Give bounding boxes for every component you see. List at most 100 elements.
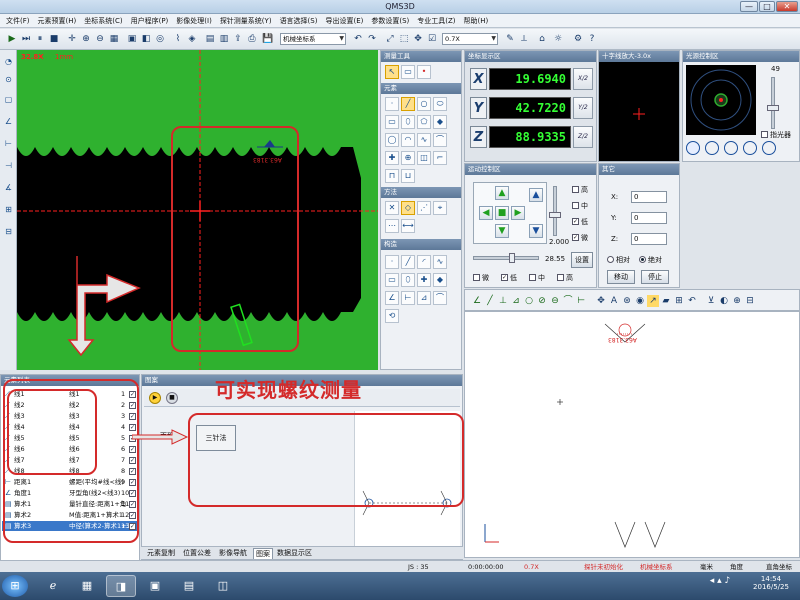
other-x-field[interactable]: 0 — [631, 191, 667, 203]
focus-icon[interactable]: ◎ — [154, 33, 166, 45]
scan-method-icon[interactable]: ⟷ — [401, 219, 415, 233]
menu-image-processing[interactable]: 影像处理(I) — [172, 16, 216, 26]
relative-radio[interactable] — [607, 256, 614, 263]
bottom-mid-checkbox[interactable] — [529, 274, 536, 281]
menu-export[interactable]: 导出设置(E) — [321, 16, 367, 26]
image-icon[interactable]: ▣ — [126, 33, 138, 45]
curve-tool-icon[interactable]: ∿ — [417, 133, 431, 147]
minimize-button[interactable]: — — [740, 1, 758, 12]
network-icon[interactable]: ▦ — [72, 575, 102, 597]
help-icon[interactable]: ? — [586, 33, 598, 45]
probe-icon[interactable]: ✎ — [504, 33, 516, 45]
table-icon[interactable]: ▥ — [218, 33, 230, 45]
g-color-icon[interactable]: ◉ — [634, 295, 646, 307]
g-dist-icon[interactable]: ⊢ — [575, 295, 587, 307]
jog-left-button[interactable]: ◀ — [479, 206, 493, 220]
g-view-icon[interactable]: ◐ — [718, 295, 730, 307]
zoom-out-icon[interactable]: ⊖ — [94, 33, 106, 45]
circle-tool-icon[interactable]: ○ — [417, 97, 431, 111]
tray-icons[interactable]: ◂ ▴ ♪ — [700, 576, 740, 596]
menu-parameters[interactable]: 参数设置(S) — [367, 16, 413, 26]
construct-rect-icon[interactable]: ▭ — [385, 273, 399, 287]
graphics-view[interactable]: A63.3183 — [464, 311, 800, 558]
zoom-in-icon[interactable]: ⊕ — [80, 33, 92, 45]
rectangle-tool-icon[interactable]: ▭ — [385, 115, 399, 129]
folder-icon[interactable]: ▤ — [174, 575, 204, 597]
jog-down-button[interactable]: ▼ — [495, 224, 509, 238]
tab-position-tolerance[interactable]: 位置公差 — [181, 548, 213, 558]
arc-tool-icon[interactable]: ◠ — [401, 133, 415, 147]
construct-line-icon[interactable]: ╱ — [401, 255, 415, 269]
distance-tool-icon[interactable]: ⊢ — [3, 138, 14, 149]
g-undo-icon[interactable]: ↶ — [686, 295, 698, 307]
ring-tool-icon[interactable]: ◯ — [385, 133, 399, 147]
speed-slider-track[interactable] — [553, 186, 557, 236]
other-z-field[interactable]: 0 — [631, 233, 667, 245]
menu-language[interactable]: 语言选择(S) — [276, 16, 322, 26]
light-slider-thumb[interactable] — [767, 105, 779, 111]
area-tool-icon[interactable]: ◫ — [417, 151, 431, 165]
construct-curve-icon[interactable]: ∿ — [433, 255, 447, 269]
crosshair-icon[interactable]: ✛ — [66, 33, 78, 45]
g-cross-icon[interactable]: ⊘ — [536, 295, 548, 307]
ring-segment-all-icon[interactable] — [686, 141, 700, 155]
g-pan-icon[interactable]: ✥ — [595, 295, 607, 307]
rect-select-icon[interactable]: ▭ — [401, 65, 415, 79]
ring-light-view[interactable] — [686, 65, 756, 135]
diamond-tool-icon[interactable]: ◆ — [433, 115, 447, 129]
cross-tool-icon[interactable]: ✚ — [385, 151, 399, 165]
bottom-micro-checkbox[interactable] — [473, 274, 480, 281]
spline-tool-icon[interactable]: ⌒ — [433, 133, 447, 147]
stop-icon[interactable]: ■ — [48, 33, 60, 45]
g-perp-icon[interactable]: ⊥ — [497, 295, 509, 307]
auto-method-icon[interactable]: ✕ — [385, 201, 399, 215]
move-button[interactable]: 移动 — [607, 270, 635, 284]
y-half-button[interactable]: Y/2 — [573, 97, 593, 119]
coordinate-system-select[interactable]: 机械坐标系 ▼ — [280, 33, 346, 45]
pause-icon[interactable]: ⏸ — [34, 33, 46, 45]
edge-tool-icon[interactable]: ⌐ — [433, 151, 447, 165]
play-icon[interactable]: ▶ — [6, 33, 18, 45]
g-circle-icon[interactable]: ○ — [523, 295, 535, 307]
g-annotate-icon[interactable]: ⊛ — [621, 295, 633, 307]
g-fit-icon[interactable]: ⊟ — [744, 295, 756, 307]
menu-probe-system[interactable]: 探针测量系统(Y) — [216, 16, 276, 26]
edge-icon[interactable]: ⌇ — [172, 33, 184, 45]
menu-user-program[interactable]: 用户程序(P) — [127, 16, 173, 26]
g-line-icon[interactable]: ∠ — [471, 295, 483, 307]
menu-coordinate-system[interactable]: 坐标系统(C) — [80, 16, 126, 26]
construct-slot-icon[interactable]: ⬯ — [401, 273, 415, 287]
tab-data-display[interactable]: 数据显示区 — [275, 548, 314, 558]
z-half-button[interactable]: Z/2 — [573, 126, 593, 148]
width-tool-icon[interactable]: ⊣ — [3, 160, 14, 171]
axis-y-label[interactable]: Y — [470, 97, 487, 119]
save-icon[interactable]: 💾 — [262, 33, 274, 45]
undo-icon[interactable]: ↶ — [352, 33, 364, 45]
zoom-fit-icon[interactable]: ⤢ — [384, 33, 396, 45]
matrix-tool-icon[interactable]: ⊞ — [3, 204, 14, 215]
stop-button[interactable]: 停止 — [641, 270, 669, 284]
g-text-icon[interactable]: A — [608, 295, 620, 307]
g-sym-icon[interactable]: ⊿ — [510, 295, 522, 307]
bottom-high-checkbox[interactable] — [557, 274, 564, 281]
ring-segment-off-icon[interactable] — [743, 141, 757, 155]
construct-sym-icon[interactable]: ⊿ — [417, 291, 431, 305]
probe-method-icon[interactable]: ⌖ — [433, 201, 447, 215]
jog-center-button[interactable]: ■ — [495, 206, 509, 220]
dot-icon[interactable]: · — [385, 97, 399, 111]
close-button[interactable]: ✕ — [776, 1, 798, 12]
jog-z-up-button[interactable]: ▲ — [529, 188, 543, 202]
home-icon[interactable]: ⌂ — [536, 33, 548, 45]
construct-point-icon[interactable]: · — [385, 255, 399, 269]
construct-dist-icon[interactable]: ⊢ — [401, 291, 415, 305]
construct-rotate-icon[interactable]: ⟲ — [385, 309, 399, 323]
capture-icon[interactable]: ◧ — [140, 33, 152, 45]
pan-icon[interactable]: ✥ — [412, 33, 424, 45]
clock[interactable]: 14:54 2016/5/25 — [746, 575, 796, 591]
radius-tool-icon[interactable]: ∡ — [3, 182, 14, 193]
edge-method-icon[interactable]: ◇ — [401, 201, 415, 215]
step-icon[interactable]: ⏭ — [20, 33, 32, 45]
export-icon[interactable]: ⇪ — [232, 33, 244, 45]
grid-icon[interactable]: ▦ — [108, 33, 120, 45]
stair-tool-icon[interactable]: ⊔ — [401, 169, 415, 183]
